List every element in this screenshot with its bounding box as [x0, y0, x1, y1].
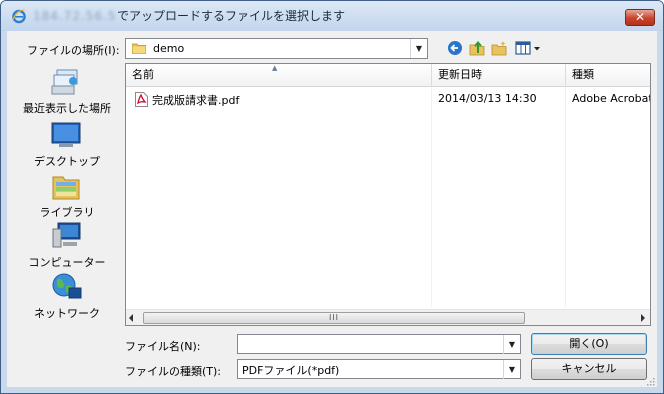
- column-guide: [431, 87, 432, 307]
- new-folder-icon[interactable]: [491, 40, 507, 56]
- column-header-name[interactable]: 名前: [126, 64, 431, 86]
- horizontal-scrollbar[interactable]: III: [126, 309, 650, 325]
- file-name: 完成版請求書.pdf: [152, 94, 240, 107]
- network-icon: [52, 273, 82, 299]
- column-header-modified[interactable]: 更新日時: [432, 64, 566, 86]
- file-list[interactable]: 名前 ▲ 更新日時 種類 完成版請求書.pdf 2014/03/13 14:30…: [125, 63, 651, 326]
- place-network-label: ネットワーク: [34, 307, 100, 320]
- back-arrow-icon[interactable]: [447, 40, 463, 56]
- scroll-left-icon[interactable]: [129, 314, 133, 322]
- filename-combobox[interactable]: ▼: [237, 334, 521, 354]
- chevron-down-icon[interactable]: ▼: [503, 360, 520, 379]
- title-bar[interactable]: 184.72.56.5 でアップロードするファイルを選択します ✕: [1, 1, 663, 31]
- file-upload-dialog: 184.72.56.5 でアップロードするファイルを選択します ✕ ファイルの場…: [0, 0, 664, 394]
- place-desktop-label: デスクトップ: [34, 155, 100, 168]
- look-in-combobox[interactable]: demo ▼: [125, 38, 428, 59]
- place-recent-label: 最近表示した場所: [23, 102, 111, 115]
- filetype-combobox[interactable]: PDFファイル(*pdf) ▼: [237, 359, 521, 379]
- chevron-down-icon[interactable]: ▼: [410, 39, 427, 58]
- place-computer-label: コンピューター: [28, 256, 106, 269]
- sort-ascending-icon: ▲: [272, 64, 278, 72]
- chevron-down-icon[interactable]: ▼: [503, 335, 520, 354]
- open-button[interactable]: 開く(O): [531, 333, 647, 355]
- folder-icon: [132, 43, 146, 54]
- place-desktop[interactable]: デスクトップ: [11, 120, 123, 168]
- scroll-right-icon[interactable]: [641, 314, 645, 322]
- look-in-label: ファイルの場所(I):: [27, 44, 120, 57]
- file-row[interactable]: 完成版請求書.pdf 2014/03/13 14:30 Adobe Acroba…: [126, 91, 650, 109]
- title-host-redacted: 184.72.56.5: [33, 9, 117, 23]
- places-bar: 最近表示した場所 デスクトップ ライブラリ コンピューター ネットワーク: [11, 63, 123, 327]
- scrollbar-thumb[interactable]: III: [143, 312, 525, 324]
- up-folder-icon[interactable]: [469, 40, 485, 56]
- look-in-value: demo: [153, 42, 185, 55]
- desktop-icon: [51, 122, 81, 147]
- pdf-file-icon: [135, 92, 148, 107]
- window-title: でアップロードするファイルを選択します: [117, 9, 346, 23]
- libraries-icon: [52, 176, 80, 200]
- list-header: 名前 ▲ 更新日時 種類: [126, 64, 650, 87]
- close-button[interactable]: ✕: [625, 9, 655, 26]
- place-network[interactable]: ネットワーク: [11, 272, 123, 320]
- view-menu-icon[interactable]: [515, 40, 543, 56]
- place-computer[interactable]: コンピューター: [11, 221, 123, 269]
- file-type: Adobe Acrobat: [572, 92, 651, 105]
- place-libraries-label: ライブラリ: [39, 206, 95, 219]
- filename-label: ファイル名(N):: [125, 340, 201, 353]
- place-recent[interactable]: 最近表示した場所: [11, 67, 123, 115]
- filetype-value: PDFファイル(*pdf): [242, 364, 340, 377]
- column-guide: [565, 87, 566, 307]
- file-modified: 2014/03/13 14:30: [438, 92, 537, 105]
- recent-places-icon: [51, 69, 78, 95]
- cancel-button[interactable]: キャンセル: [531, 358, 647, 380]
- resize-grip-icon[interactable]: [645, 376, 655, 386]
- place-libraries[interactable]: ライブラリ: [11, 171, 123, 219]
- column-header-type[interactable]: 種類: [566, 64, 650, 86]
- computer-icon: [52, 222, 81, 248]
- filetype-label: ファイルの種類(T):: [125, 365, 222, 378]
- internet-explorer-icon: [12, 9, 26, 24]
